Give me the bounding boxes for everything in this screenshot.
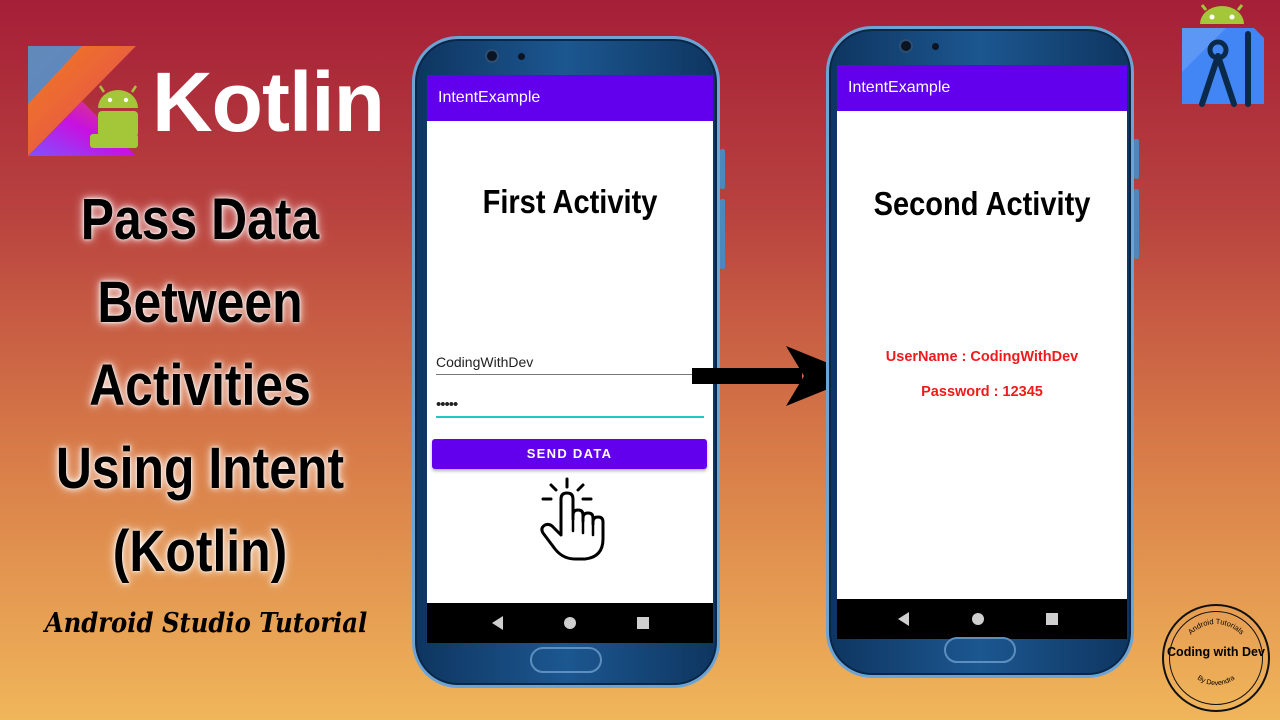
badge-bottom-text: By Devendra (1196, 675, 1236, 688)
phone-home-button (530, 647, 602, 673)
nav-back-icon[interactable] (491, 615, 505, 631)
password-field[interactable]: ••••• (436, 394, 704, 418)
title-line: (Kotlin) (112, 519, 288, 584)
video-title: Pass Data Between Activities Using Inten… (0, 178, 400, 593)
screen-first: IntentExample First Activity CodingWithD… (427, 75, 713, 643)
kotlin-logo-icon (28, 46, 138, 156)
title-line: Between (97, 270, 303, 335)
app-bar-title: IntentExample (837, 65, 1127, 111)
first-activity-heading: First Activity (482, 183, 658, 220)
title-line: Pass Data (80, 187, 320, 252)
nav-back-icon[interactable] (897, 611, 911, 627)
coding-with-dev-badge: Android Tutorials By Devendra Coding wit… (1162, 604, 1270, 712)
power-button (720, 199, 725, 269)
nav-home-icon[interactable] (563, 615, 577, 631)
power-button (1134, 189, 1139, 259)
pointer-hand-icon (540, 477, 605, 561)
sensor (932, 43, 939, 50)
phone-first: IntentExample First Activity CodingWithD… (412, 36, 725, 688)
send-data-button[interactable]: SEND DATA (432, 439, 707, 469)
title-line: Using Intent (55, 436, 345, 501)
username-result: UserName : CodingWithDev (885, 349, 1079, 365)
app-bar-title: IntentExample (427, 75, 713, 121)
nav-recents-icon[interactable] (636, 615, 650, 631)
svg-text:By Devendra: By Devendra (1196, 675, 1236, 688)
nav-recents-icon[interactable] (1045, 611, 1059, 627)
second-activity-heading: Second Activity (873, 185, 1091, 222)
volume-button (720, 149, 725, 189)
nav-home-icon[interactable] (971, 611, 985, 627)
sensor (518, 53, 525, 60)
badge-top-text: Android Tutorials (1186, 617, 1246, 637)
phone-second: IntentExample Second Activity UserName :… (826, 26, 1139, 678)
svg-text:Android Tutorials: Android Tutorials (1186, 617, 1246, 637)
subtitle: Android Studio Tutorial (44, 608, 368, 639)
username-field[interactable]: CodingWithDev (436, 351, 704, 375)
password-result: Password : 12345 (921, 384, 1043, 400)
kotlin-wordmark: Kotlin (152, 55, 385, 149)
system-nav-bar (427, 603, 713, 643)
title-line: Activities (89, 353, 311, 418)
system-nav-bar (837, 599, 1127, 639)
volume-button (1134, 139, 1139, 179)
front-camera (485, 49, 499, 63)
badge-main-text: Coding with Dev (1167, 645, 1265, 659)
phone-home-button (944, 637, 1016, 663)
android-studio-icon (1182, 4, 1264, 107)
front-camera (899, 39, 913, 53)
screen-second: IntentExample Second Activity UserName :… (837, 65, 1127, 639)
